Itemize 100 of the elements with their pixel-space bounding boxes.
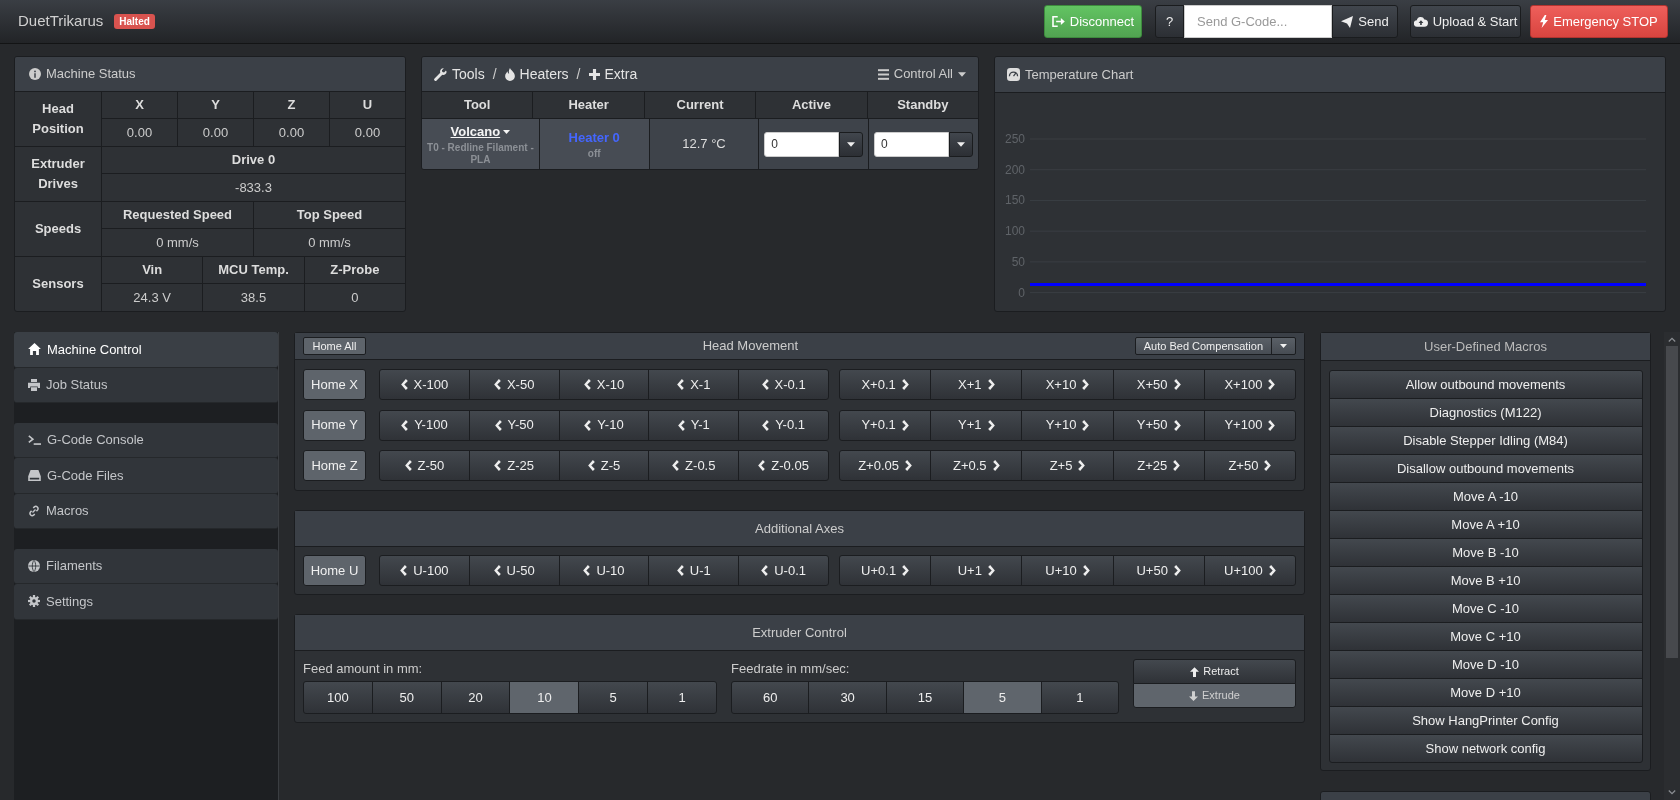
move-button[interactable]: Z-25 <box>468 450 560 481</box>
extruder-action-button[interactable]: Extrude <box>1133 683 1296 708</box>
move-button[interactable]: Z+0.05 <box>839 450 932 481</box>
option-button[interactable]: 100 <box>303 681 373 714</box>
macro-button[interactable]: Move A +10 <box>1328 510 1643 539</box>
scrollbar-thumb[interactable] <box>1666 346 1678 658</box>
move-button[interactable]: Z-0.05 <box>738 450 829 481</box>
chevron-right-icon <box>1082 379 1090 390</box>
move-button[interactable]: Z-50 <box>379 450 470 481</box>
move-button[interactable]: U+50 <box>1112 555 1205 586</box>
scrollbar[interactable] <box>1664 332 1680 800</box>
dropdown-button[interactable] <box>1271 337 1296 355</box>
macro-button[interactable]: Move D -10 <box>1328 650 1643 679</box>
move-button[interactable]: Z+0.5 <box>930 450 1023 481</box>
sidebar-item[interactable]: Machine Control <box>14 332 278 368</box>
macro-button[interactable]: Show HangPrinter Config <box>1328 706 1643 735</box>
move-button[interactable]: X-50 <box>468 369 560 400</box>
move-button[interactable]: Y+10 <box>1021 409 1114 441</box>
move-button[interactable]: U-50 <box>468 555 560 586</box>
dropdown-button[interactable] <box>839 131 864 157</box>
temperature-input[interactable]: 0 <box>874 131 950 157</box>
move-button[interactable]: U-10 <box>558 555 650 586</box>
option-button[interactable]: 15 <box>885 681 965 714</box>
macro-button[interactable]: Move C +10 <box>1328 622 1643 651</box>
move-button[interactable]: Z+25 <box>1112 450 1205 481</box>
macro-button[interactable]: Move A -10 <box>1328 482 1643 511</box>
option-button[interactable]: 10 <box>509 681 580 714</box>
macro-button[interactable]: Move D +10 <box>1328 678 1643 707</box>
move-button[interactable]: U-1 <box>648 555 740 586</box>
home-all-button[interactable]: Home All <box>303 337 366 355</box>
option-button[interactable]: 60 <box>731 681 810 714</box>
sidebar-item[interactable]: Settings <box>14 584 278 620</box>
move-button[interactable]: Z-0.5 <box>648 450 740 481</box>
move-button[interactable]: Y-100 <box>379 409 470 441</box>
macro-button[interactable]: Move B -10 <box>1328 538 1643 567</box>
dropdown-button[interactable] <box>949 131 974 157</box>
option-button[interactable]: 1 <box>1040 681 1120 714</box>
tools-link[interactable]: Tools <box>434 63 485 85</box>
macro-button[interactable]: Move C -10 <box>1328 594 1643 623</box>
move-button[interactable]: X-0.1 <box>738 369 829 400</box>
home-axis-button[interactable]: Home Z <box>303 450 366 481</box>
move-button[interactable]: U+100 <box>1203 555 1296 586</box>
extra-link[interactable]: Extra <box>588 63 638 85</box>
option-button[interactable]: 5 <box>963 681 1042 714</box>
move-button[interactable]: Z-5 <box>558 450 650 481</box>
help-button[interactable]: ? <box>1155 5 1184 38</box>
move-button[interactable]: Y+1 <box>930 409 1023 441</box>
option-button[interactable]: 50 <box>371 681 442 714</box>
move-button[interactable]: U+0.1 <box>839 555 932 586</box>
tool-name-link[interactable]: Volcano <box>450 122 511 142</box>
sidebar-item[interactable]: G-Code Files <box>14 458 278 494</box>
move-button[interactable]: X+0.1 <box>839 369 932 400</box>
move-button[interactable]: Y-1 <box>648 409 740 441</box>
chevron-left-icon <box>758 460 766 471</box>
move-button[interactable]: Y+100 <box>1203 409 1296 441</box>
macro-button[interactable]: Disallow outbound movements <box>1328 454 1643 483</box>
move-button[interactable]: U+1 <box>930 555 1023 586</box>
temperature-input[interactable]: 0 <box>764 131 840 157</box>
home-axis-button[interactable]: Home Y <box>303 409 366 441</box>
macro-button[interactable]: Move B +10 <box>1328 566 1643 595</box>
move-button[interactable]: Y+0.1 <box>839 409 932 441</box>
heaters-link[interactable]: Heaters <box>504 63 569 85</box>
auto-bed-compensation-button[interactable]: Auto Bed Compensation <box>1134 337 1272 355</box>
move-button[interactable]: U-0.1 <box>738 555 829 586</box>
send-button[interactable]: Send <box>1332 5 1398 38</box>
move-button[interactable]: X-100 <box>379 369 470 400</box>
gcode-input[interactable]: Send G-Code... <box>1184 5 1332 38</box>
move-button[interactable]: U-100 <box>379 555 470 586</box>
move-button[interactable]: X+10 <box>1021 369 1114 400</box>
move-button[interactable]: Y-0.1 <box>738 409 829 441</box>
extruder-action-button[interactable]: Retract <box>1133 659 1296 684</box>
move-button[interactable]: Y-50 <box>468 409 560 441</box>
option-button[interactable]: 1 <box>647 681 717 714</box>
move-button[interactable]: X+1 <box>930 369 1023 400</box>
option-button[interactable]: 30 <box>808 681 887 714</box>
emergency-stop-button[interactable]: Emergency STOP <box>1530 5 1668 38</box>
macro-button[interactable]: Allow outbound movements <box>1328 370 1643 399</box>
move-button[interactable]: X-10 <box>558 369 650 400</box>
sidebar-item[interactable]: Macros <box>14 493 278 529</box>
control-all-dropdown[interactable]: Control All <box>877 64 966 84</box>
option-button[interactable]: 5 <box>578 681 649 714</box>
upload-start-button[interactable]: Upload & Start <box>1410 5 1521 38</box>
move-button[interactable]: U+10 <box>1021 555 1114 586</box>
macro-button[interactable]: Show network config <box>1328 734 1643 763</box>
move-button[interactable]: X+100 <box>1203 369 1296 400</box>
move-button[interactable]: Y+50 <box>1112 409 1205 441</box>
sidebar-item[interactable]: G-Code Console <box>14 422 278 458</box>
sidebar-item[interactable]: Filaments <box>14 548 278 584</box>
move-button[interactable]: Y-10 <box>558 409 650 441</box>
macro-button[interactable]: Disable Stepper Idling (M84) <box>1328 426 1643 455</box>
home-axis-button[interactable]: Home X <box>303 369 366 400</box>
move-button[interactable]: X+50 <box>1112 369 1205 400</box>
sidebar-item[interactable]: Job Status <box>14 367 278 403</box>
home-axis-button[interactable]: Home U <box>303 555 366 586</box>
move-button[interactable]: Z+50 <box>1203 450 1296 481</box>
option-button[interactable]: 20 <box>440 681 511 714</box>
macro-button[interactable]: Diagnostics (M122) <box>1328 398 1643 427</box>
chevron-right-icon <box>901 379 909 390</box>
move-button[interactable]: Z+5 <box>1021 450 1114 481</box>
move-button[interactable]: X-1 <box>648 369 740 400</box>
